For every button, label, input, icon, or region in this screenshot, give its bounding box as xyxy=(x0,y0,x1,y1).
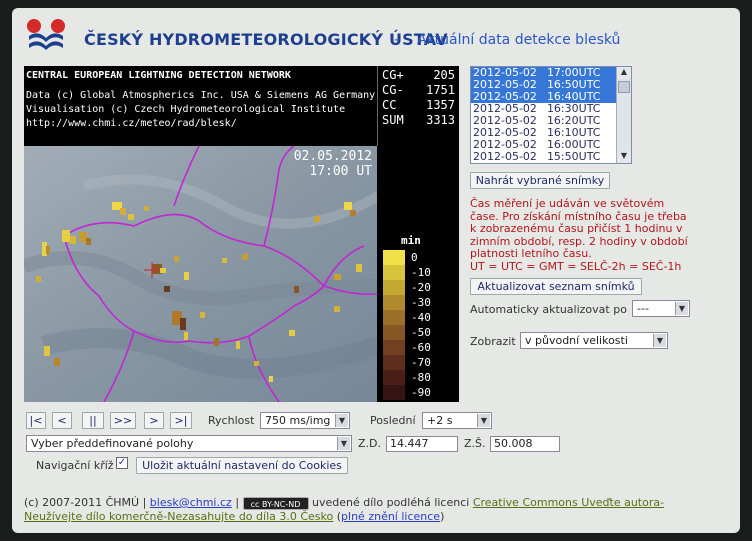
legend-label: -50 xyxy=(411,326,431,339)
legend-row: -70 xyxy=(383,355,455,370)
page-subtitle: Aktuální data detekce blesků xyxy=(417,32,621,48)
scroll-thumb[interactable] xyxy=(618,81,630,93)
count-row: CC 1357 xyxy=(382,98,455,112)
time-legend: min 0 -10 -20 -30 -40 -50 -60 -70 -80 -90 xyxy=(377,146,459,402)
cc-license-badge-icon[interactable]: cc BY-NC-ND xyxy=(242,496,309,510)
network-info-panel: CENTRAL EUROPEAN LIGHTNING DETECTION NET… xyxy=(24,66,378,146)
legend-row: -40 xyxy=(383,310,455,325)
legend-label: -80 xyxy=(411,371,431,384)
scroll-up-icon[interactable]: ▲ xyxy=(617,67,631,79)
legend-swatch xyxy=(383,325,405,340)
time-list-item[interactable]: 2012-05-02 15:50UTC xyxy=(471,151,631,163)
info-url: http://www.chmi.cz/meteo/rad/blesk/ xyxy=(26,118,237,129)
copyright-text: (c) 2007-2011 ČHMÚ | xyxy=(24,496,147,509)
navigation-cross-label: Navigační kříž xyxy=(36,459,114,472)
first-frame-button[interactable]: |< xyxy=(26,412,46,429)
network-title: CENTRAL EUROPEAN LIGHTNING DETECTION NET… xyxy=(26,70,291,81)
legend-label: -40 xyxy=(411,311,431,324)
speed-label: Rychlost xyxy=(208,414,255,427)
chmi-logo-icon xyxy=(27,19,65,50)
chevron-down-icon[interactable]: ▼ xyxy=(477,414,490,427)
legend-label: -30 xyxy=(411,296,431,309)
refresh-list-button[interactable]: Aktualizovat seznam snímků xyxy=(470,278,642,295)
legend-swatch xyxy=(383,250,405,265)
longitude-label: Z.D. xyxy=(358,437,381,450)
legend-row: -90 xyxy=(383,385,455,400)
licence-link-continued[interactable]: Neužívejte dílo komerčně-Nezasahujte do … xyxy=(24,510,333,523)
chevron-down-icon[interactable]: ▼ xyxy=(335,414,348,427)
count-row: SUM 3313 xyxy=(382,113,455,127)
legend-label: -10 xyxy=(411,266,431,279)
legend-row: 0 xyxy=(383,250,455,265)
display-label: Zobrazit xyxy=(470,335,516,348)
latitude-label: Z.Š. xyxy=(464,437,486,450)
title-separator: - xyxy=(394,32,400,48)
paren-close: ) xyxy=(440,510,445,523)
speed-select[interactable]: 750 ms/img ▼ xyxy=(260,412,350,429)
last-frame-button[interactable]: >| xyxy=(170,412,192,429)
legend-label: -70 xyxy=(411,356,431,369)
legend-swatch xyxy=(383,370,405,385)
full-licence-link[interactable]: plné znění licence xyxy=(341,510,440,523)
strike-counts-panel: CG+ 205 CG- 1751 CC 1357 SUM 3313 xyxy=(377,66,459,146)
legend-row: -60 xyxy=(383,340,455,355)
legend-swatch xyxy=(383,355,405,370)
predefined-position-select[interactable]: Vyber předdefinované polohy ▼ xyxy=(26,435,352,452)
longitude-input[interactable]: 14.447 xyxy=(386,436,458,452)
frame-time-list[interactable]: 2012-05-02 17:00UTC 2012-05-02 16:50UTC 2012… xyxy=(470,66,632,164)
legend-swatch xyxy=(383,265,405,280)
legend-label: 0 xyxy=(411,251,418,264)
chevron-down-icon[interactable]: ▼ xyxy=(653,334,666,347)
legend-swatch xyxy=(383,340,405,355)
lightning-map[interactable]: 02.05.2012 17:00 UT xyxy=(24,146,378,402)
legend-swatch xyxy=(383,385,405,400)
display-size-select[interactable]: v původní velikosti ▼ xyxy=(520,332,668,349)
email-link[interactable]: blesk@chmi.cz xyxy=(150,496,232,509)
last-frame-delay-select[interactable]: +2 s ▼ xyxy=(422,412,492,429)
legend-row: -80 xyxy=(383,370,455,385)
app-window: ČESKÝ HYDROMETEOROLOGICKÝ ÚSTAV - Aktuál… xyxy=(12,8,740,533)
save-cookies-button[interactable]: Uložit aktuální nastavení do Cookies xyxy=(136,457,348,474)
map-timestamp: 02.05.2012 17:00 UT xyxy=(293,149,372,179)
chevron-down-icon[interactable]: ▼ xyxy=(675,302,688,315)
legend-row: -30 xyxy=(383,295,455,310)
load-selected-button[interactable]: Nahrát vybrané snímky xyxy=(470,172,610,189)
chevron-down-icon[interactable]: ▼ xyxy=(337,437,350,450)
legend-label: -20 xyxy=(411,281,431,294)
licence-text: uvedené dílo podléhá licenci xyxy=(312,496,470,509)
data-credit: Data (c) Global Atmospherics Inc. USA & … xyxy=(26,90,376,101)
legend-swatch xyxy=(383,310,405,325)
auto-update-select[interactable]: --- ▼ xyxy=(632,300,690,317)
footer-separator: | xyxy=(235,496,240,509)
last-frame-delay-label: Poslední xyxy=(370,414,416,427)
licence-link[interactable]: Creative Commons Uveďte autora- xyxy=(473,496,664,509)
latitude-input[interactable]: 50.008 xyxy=(490,436,560,452)
legend-row: -10 xyxy=(383,265,455,280)
time-list-scrollbar[interactable]: ▲ ▼ xyxy=(616,67,631,163)
legend-label: -60 xyxy=(411,341,431,354)
prev-frame-button[interactable]: < xyxy=(52,412,72,429)
visualisation-credit: Visualisation (c) Czech Hydrometeorologi… xyxy=(26,104,346,115)
scroll-down-icon[interactable]: ▼ xyxy=(617,151,631,163)
time-note: Čas měření je udáván ve světovém čase. Pr… xyxy=(470,197,688,273)
terrain-map-image xyxy=(24,146,378,402)
legend-title: min xyxy=(401,234,421,247)
legend-label: -90 xyxy=(411,386,431,399)
legend-row: -20 xyxy=(383,280,455,295)
auto-update-label: Automaticky aktualizovat po xyxy=(470,303,627,316)
navigation-cross-checkbox[interactable]: ✓ xyxy=(116,457,128,469)
count-row: CG+ 205 xyxy=(382,68,455,82)
play-button[interactable]: >> xyxy=(110,412,136,429)
legend-swatch xyxy=(383,280,405,295)
footer: (c) 2007-2011 ČHMÚ | blesk@chmi.cz | cc … xyxy=(24,496,724,524)
legend-row: -50 xyxy=(383,325,455,340)
next-frame-button[interactable]: > xyxy=(144,412,164,429)
count-row: CG- 1751 xyxy=(382,83,455,97)
pause-button[interactable]: || xyxy=(82,412,104,429)
legend-swatch xyxy=(383,295,405,310)
